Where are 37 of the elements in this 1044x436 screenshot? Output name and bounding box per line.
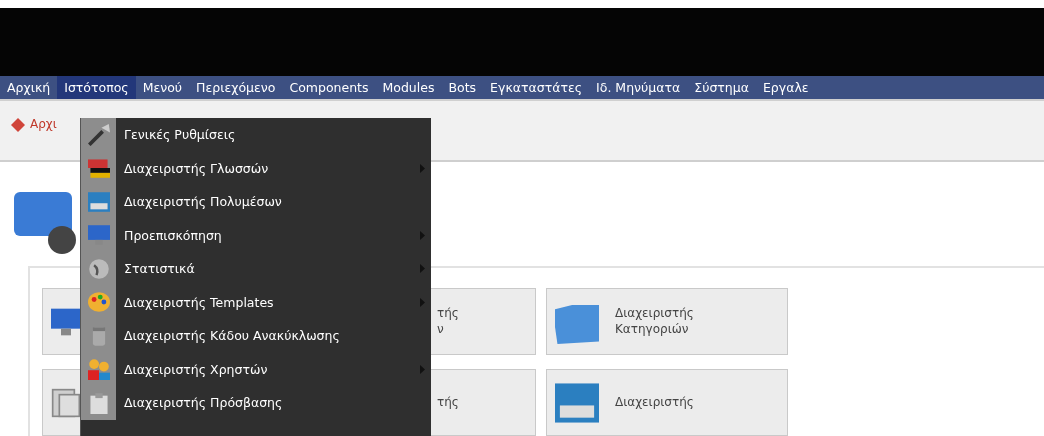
menu-tab[interactable]: Αρχική	[0, 75, 58, 99]
menu-tab[interactable]: Εγκαταστάτες	[483, 75, 590, 99]
menu-item[interactable]: Προεπισκόπηση	[81, 218, 431, 252]
media-icon	[87, 190, 110, 213]
menu-item[interactable]: Διαχειριστής Πολυμέσων	[81, 185, 431, 219]
menu-item[interactable]: Διαχειριστής Κάδου Ανακύκλωσης	[81, 319, 431, 353]
menu-item[interactable]: Διαχειριστής Χρηστών	[81, 352, 431, 386]
menu-item[interactable]: Στατιστικά	[81, 252, 431, 286]
menu-tab[interactable]: Περιεχόμενο	[189, 75, 283, 99]
menu-tab[interactable]: Components	[282, 75, 376, 99]
pages-icon	[51, 387, 81, 418]
menu-tab[interactable]: Ιστότοπος	[57, 75, 136, 99]
menu-tab[interactable]: Σύστημα	[687, 75, 756, 99]
media-icon	[555, 380, 599, 425]
clipboard-icon	[87, 391, 110, 414]
palette-icon	[87, 291, 110, 314]
menu-item[interactable]: Διαχειριστής Templates	[81, 285, 431, 319]
menu-item[interactable]: Διαχειριστής Γλωσσών	[81, 151, 431, 185]
monitor-icon	[51, 306, 81, 337]
menu-tab[interactable]: Εργαλε	[755, 75, 816, 99]
users-icon	[87, 358, 110, 381]
shortcut-card[interactable]: Διαχειριστής	[546, 369, 788, 436]
menu-tab[interactable]: Ιδ. Μηνύματα	[589, 75, 688, 99]
breadcrumb-link[interactable]: Αρχι	[30, 117, 57, 131]
card-label: Διαχειριστής	[615, 394, 694, 411]
menu-item[interactable]: Γενικές Ρυθμίσεις	[81, 118, 431, 152]
menu-item[interactable]: Διαχειριστής Πρόσβασης	[81, 386, 431, 420]
menu-tab[interactable]: Bots	[441, 75, 484, 99]
flags-icon	[87, 157, 110, 180]
tools-icon	[87, 123, 110, 146]
card-label: Διαχειριστής Κατηγοριών	[615, 305, 694, 338]
shortcut-card[interactable]: Διαχειριστής Κατηγοριών	[546, 288, 788, 355]
card-label: τής ν	[437, 305, 459, 338]
menu-tab[interactable]: Modules	[375, 75, 442, 99]
card-label: τής	[437, 394, 459, 411]
menu-tab[interactable]: Μενού	[135, 75, 190, 99]
diamond-icon	[10, 117, 26, 133]
